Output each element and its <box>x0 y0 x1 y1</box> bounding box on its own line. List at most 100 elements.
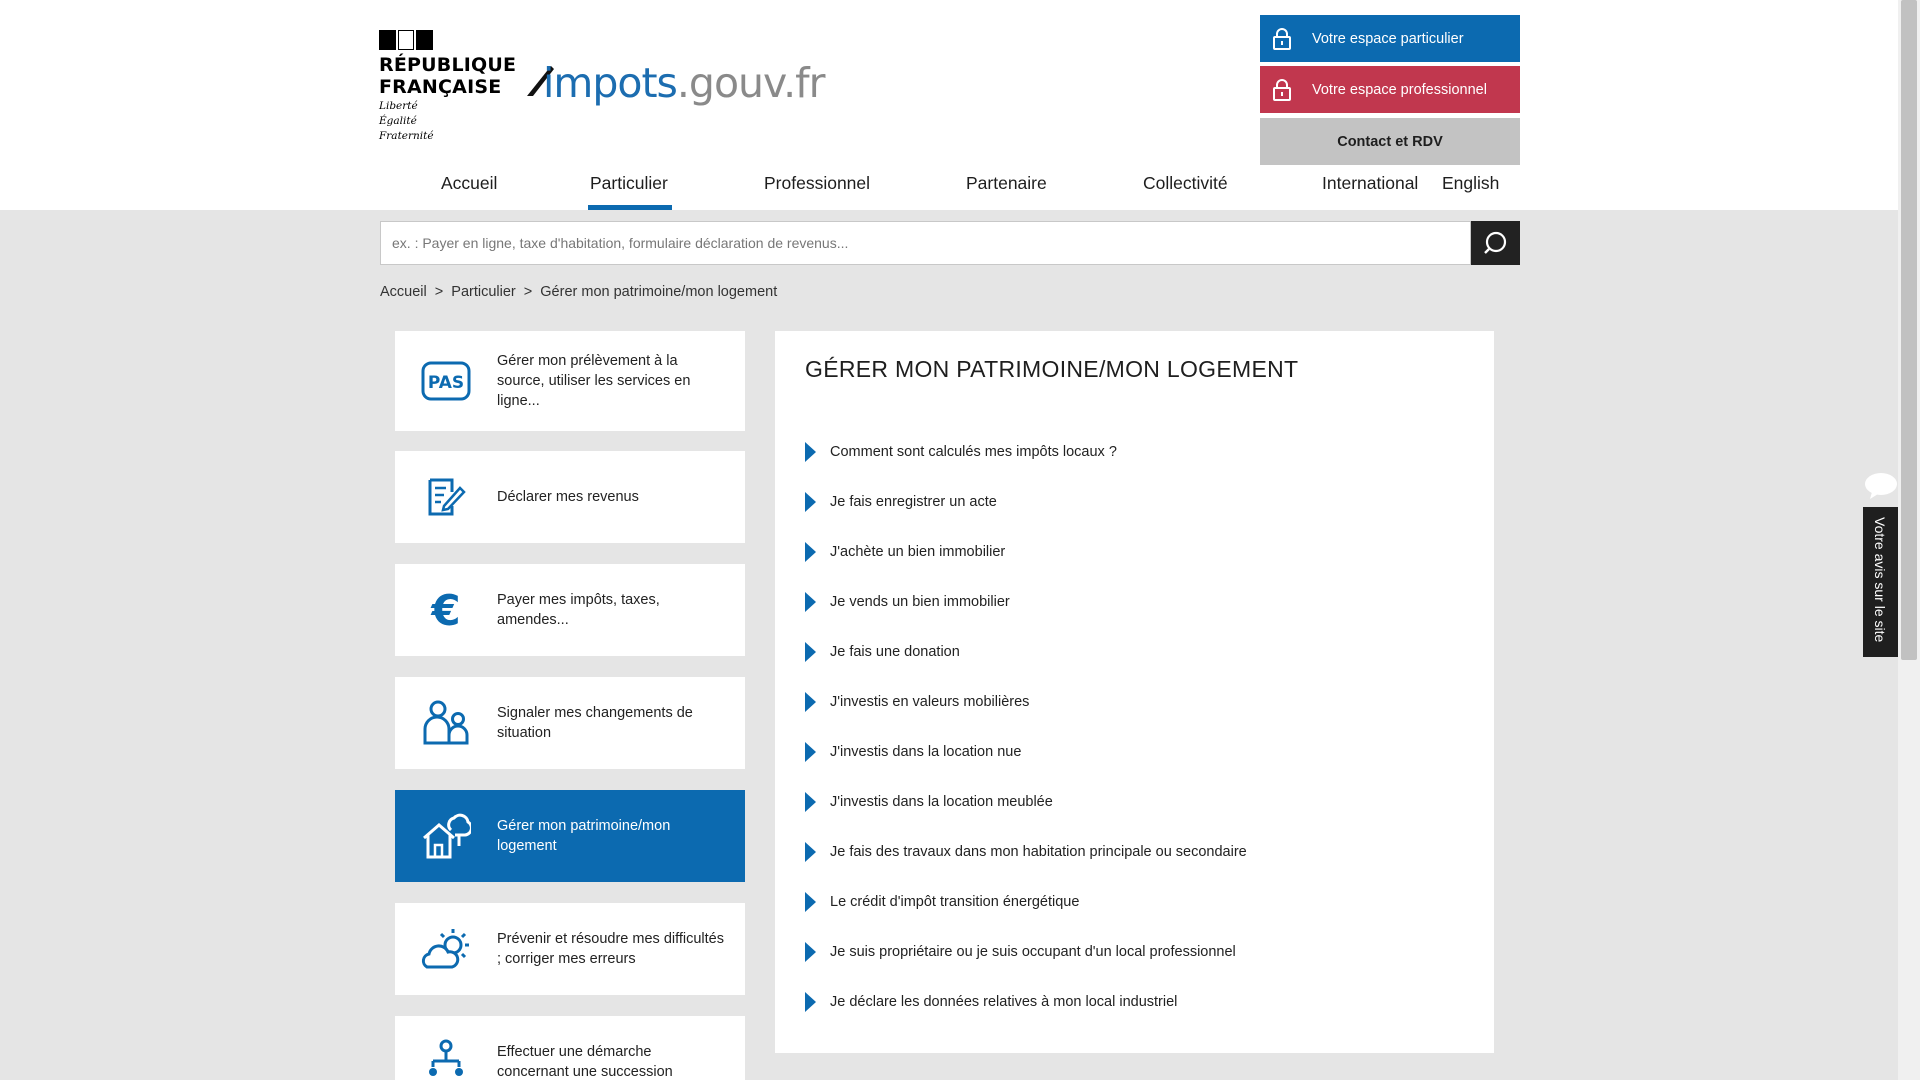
link-label: Je suis propriétaire ou je suis occupant… <box>830 944 1236 960</box>
chevron-right-icon <box>805 592 816 612</box>
sun-cloud-icon <box>395 927 497 971</box>
family-icon <box>395 699 497 747</box>
link-label: Je déclare les données relatives à mon l… <box>830 994 1178 1010</box>
card-label: Gérer mon patrimoine/mon logement <box>497 818 671 854</box>
link-location-meublee[interactable]: J'investis dans la location meublée <box>805 789 1053 815</box>
link-label: J'investis dans la location meublée <box>830 794 1053 810</box>
card-label: Payer mes impôts, taxes, amendes... <box>497 592 660 628</box>
page-title: GÉRER MON PATRIMOINE/MON LOGEMENT <box>805 356 1299 382</box>
link-label: Le crédit d'impôt transition énergétique <box>830 894 1080 910</box>
motto-egalite: Égalité <box>379 115 417 127</box>
nav-professionnel[interactable]: Professionnel <box>764 173 870 194</box>
espace-particulier-label: Votre espace particulier <box>1312 30 1464 47</box>
link-valeurs-mobilieres[interactable]: J'investis en valeurs mobilières <box>805 689 1029 715</box>
link-impots-locaux[interactable]: Comment sont calculés mes impôts locaux … <box>805 439 1117 465</box>
link-label: J'investis dans la location nue <box>830 744 1022 760</box>
euro-icon: € <box>395 588 497 632</box>
link-label: J'investis en valeurs mobilières <box>830 694 1030 710</box>
breadcrumb-separator: > <box>434 284 444 300</box>
link-credit-impot[interactable]: Le crédit d'impôt transition énergétique <box>805 889 1079 915</box>
link-label: Je vends un bien immobilier <box>830 594 1010 610</box>
card-changements-situation[interactable]: Signaler mes changements de situation <box>395 677 745 769</box>
page-scrollbar[interactable] <box>1898 0 1920 1080</box>
espace-particulier-button[interactable]: Votre espace particulier <box>1260 15 1520 62</box>
link-label: Je fais une donation <box>830 644 960 660</box>
breadcrumb-separator: > <box>523 284 533 300</box>
chevron-right-icon <box>805 742 816 762</box>
nav-international[interactable]: International <box>1322 173 1418 194</box>
card-patrimoine-logement[interactable]: Gérer mon patrimoine/mon logement <box>395 790 745 882</box>
lock-icon <box>1260 27 1304 50</box>
main-nav: Accueil Particulier Professionnel Parten… <box>0 163 1898 210</box>
republic-line-2: FRANÇAISE <box>379 76 502 98</box>
feedback-tab[interactable]: Votre avis sur le site <box>1863 507 1898 657</box>
chevron-right-icon <box>805 442 816 462</box>
link-donation[interactable]: Je fais une donation <box>805 639 960 665</box>
link-local-professionnel[interactable]: Je suis propriétaire ou je suis occupant… <box>805 939 1236 965</box>
logo-text-domain: .gouv.fr <box>676 59 826 107</box>
breadcrumb-particulier[interactable]: Particulier <box>451 284 515 300</box>
card-succession[interactable]: Effectuer une démarche concernant une su… <box>395 1016 745 1080</box>
republique-francaise-logo[interactable]: RÉPUBLIQUE FRANÇAISE Liberté Égalité Fra… <box>379 30 516 143</box>
card-label: Gérer mon prélèvement à la source, utili… <box>497 353 691 409</box>
speech-bubble-icon <box>1863 464 1898 507</box>
nav-particulier[interactable]: Particulier <box>590 173 668 194</box>
site-header: RÉPUBLIQUE FRANÇAISE Liberté Égalité Fra… <box>0 0 1898 210</box>
card-label: Prévenir et résoudre mes difficultés ; c… <box>497 931 725 967</box>
contact-rdv-label: Contact et RDV <box>1337 133 1443 150</box>
search-icon <box>1483 231 1506 254</box>
chevron-right-icon <box>805 692 816 712</box>
nav-active-indicator <box>588 205 672 210</box>
house-tree-icon <box>395 812 497 860</box>
breadcrumb-current: Gérer mon patrimoine/mon logement <box>540 284 778 300</box>
link-enregistrer-acte[interactable]: Je fais enregistrer un acte <box>805 489 997 515</box>
link-local-industriel[interactable]: Je déclare les données relatives à mon l… <box>805 989 1177 1015</box>
nav-english[interactable]: English <box>1442 173 1499 194</box>
chevron-right-icon <box>805 842 816 862</box>
contact-rdv-button[interactable]: Contact et RDV <box>1260 118 1520 165</box>
link-acheter-bien[interactable]: J'achète un bien immobilier <box>805 539 1005 565</box>
feedback-label: Votre avis sur le site <box>1872 517 1888 643</box>
search-input[interactable]: ex. : Payer en ligne, taxe d'habitation,… <box>380 221 1471 265</box>
card-prevenir-difficultes[interactable]: Prévenir et résoudre mes difficultés ; c… <box>395 903 745 995</box>
nav-accueil[interactable]: Accueil <box>441 173 497 194</box>
breadcrumb-accueil[interactable]: Accueil <box>380 284 427 300</box>
link-label: Comment sont calculés mes impôts locaux … <box>830 444 1117 460</box>
card-label: Effectuer une démarche concernant une su… <box>497 1044 673 1080</box>
declaration-icon <box>395 476 497 518</box>
link-vendre-bien[interactable]: Je vends un bien immobilier <box>805 589 1010 615</box>
nav-collectivite[interactable]: Collectivité <box>1143 173 1228 194</box>
motto-fraternite: Fraternité <box>379 130 434 142</box>
link-location-nue[interactable]: J'investis dans la location nue <box>805 739 1021 765</box>
card-label: Déclarer mes revenus <box>497 489 639 505</box>
lock-icon <box>1260 78 1304 101</box>
logo-text-main: impots <box>543 59 678 107</box>
chevron-right-icon <box>805 792 816 812</box>
card-payer-impots[interactable]: € Payer mes impôts, taxes, amendes... <box>395 564 745 656</box>
breadcrumb: Accueil > Particulier > Gérer mon patrim… <box>380 284 781 300</box>
link-label: Je fais des travaux dans mon habitation … <box>830 844 1247 860</box>
content-panel: GÉRER MON PATRIMOINE/MON LOGEMENT Commen… <box>775 331 1494 1053</box>
pas-icon: PAS <box>395 361 497 401</box>
marianne-icon <box>379 30 433 50</box>
svg-text:PAS: PAS <box>428 373 464 393</box>
scrollbar-thumb[interactable] <box>1901 0 1917 660</box>
chevron-right-icon <box>805 942 816 962</box>
link-label: J'achète un bien immobilier <box>830 544 1006 560</box>
card-prelevement-source[interactable]: PAS Gérer mon prélèvement à la source, u… <box>395 331 745 431</box>
motto-liberte: Liberté <box>379 100 418 112</box>
chevron-right-icon <box>805 892 816 912</box>
chevron-right-icon <box>805 542 816 562</box>
chevron-right-icon <box>805 992 816 1012</box>
espace-professionnel-button[interactable]: Votre espace professionnel <box>1260 66 1520 113</box>
espace-professionnel-label: Votre espace professionnel <box>1312 81 1487 98</box>
succession-icon <box>395 1039 497 1080</box>
chevron-right-icon <box>805 492 816 512</box>
link-travaux-habitation[interactable]: Je fais des travaux dans mon habitation … <box>805 839 1247 865</box>
chevron-right-icon <box>805 642 816 662</box>
feedback-widget[interactable]: Votre avis sur le site <box>1863 464 1898 657</box>
card-declarer-revenus[interactable]: Déclarer mes revenus <box>395 451 745 543</box>
search-button[interactable] <box>1471 221 1520 265</box>
nav-partenaire[interactable]: Partenaire <box>966 173 1047 194</box>
card-label: Signaler mes changements de situation <box>497 705 693 741</box>
